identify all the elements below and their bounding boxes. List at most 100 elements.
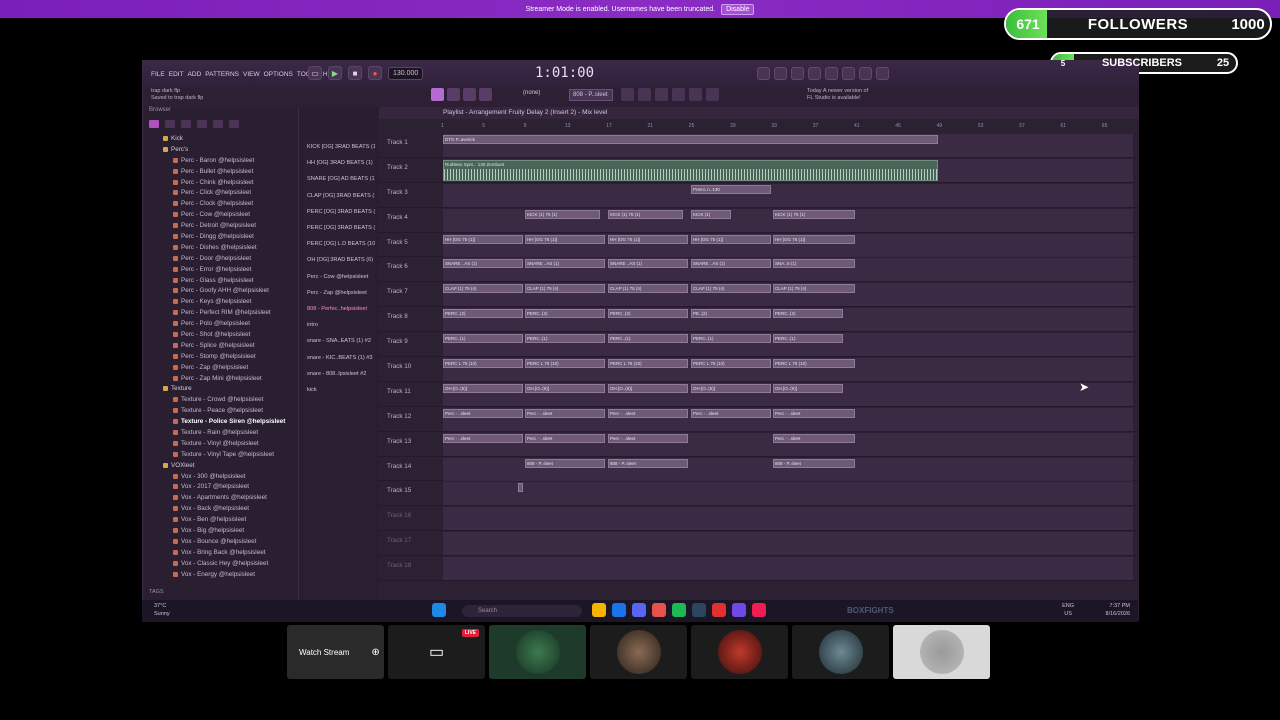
browser-file[interactable]: Perc - Detroit @helpsisleet bbox=[143, 220, 298, 231]
pattern-clip[interactable]: PERC L 75 (10) bbox=[608, 359, 688, 369]
pattern-clip[interactable]: PERC..(1) bbox=[608, 334, 688, 344]
pattern-clip[interactable]: HH [OG 75 (1)] bbox=[443, 234, 523, 244]
play-icon[interactable]: ▶ bbox=[328, 66, 342, 80]
pattern-clip[interactable]: Perc - ..sleet bbox=[525, 408, 605, 418]
pattern-clip[interactable]: Perc - ..sleet bbox=[691, 408, 771, 418]
browser-file[interactable]: Vox - Bounce @helpsisleet bbox=[143, 536, 298, 547]
slice-tool-icon[interactable] bbox=[672, 88, 685, 101]
playback-tool-icon[interactable] bbox=[706, 88, 719, 101]
browser-icon[interactable] bbox=[842, 67, 855, 80]
pattern-clip[interactable]: Premi..n..130 bbox=[691, 184, 771, 194]
pattern-clip[interactable]: Perc - ..sleet bbox=[773, 433, 855, 443]
pattern-item[interactable]: OH [OG] 3RAD BEATS (6) bbox=[303, 252, 375, 268]
track-label[interactable]: Track 10 bbox=[387, 363, 411, 370]
pattern-clip[interactable]: PERC L 75 (10) bbox=[691, 359, 771, 369]
track-label[interactable]: Track 17 bbox=[387, 537, 411, 544]
pattern-clip[interactable]: Perc - ..sleet bbox=[443, 433, 523, 443]
track-label[interactable]: Track 4 bbox=[387, 214, 408, 221]
stream-tile-user-1[interactable] bbox=[590, 625, 687, 679]
pattern-clip[interactable]: Perc - ..sleet bbox=[525, 433, 605, 443]
pattern-item[interactable]: PERC [OG] 3RAD BEATS (1) bbox=[303, 220, 375, 236]
mute-tool-icon[interactable] bbox=[638, 88, 651, 101]
track-lane[interactable]: Perc - ..sleet Perc - ..sleet Perc - ..sle… bbox=[443, 432, 1133, 456]
pattern-clip[interactable]: HH [OG 75 (1)] bbox=[525, 234, 605, 244]
browser-tab-plugins[interactable] bbox=[181, 120, 191, 128]
browser-file[interactable]: Perc - Bullet @helpsisleet bbox=[143, 166, 298, 177]
browser-file[interactable]: Perc - Baron @helpsisleet bbox=[143, 155, 298, 166]
track-label[interactable]: Track 2 bbox=[387, 164, 408, 171]
pattern-clip[interactable]: DTG P..averick bbox=[443, 135, 938, 144]
pattern-clip[interactable]: HH [OG 75 (1)] bbox=[691, 234, 771, 244]
pattern-clip[interactable]: PERC..(1) bbox=[443, 334, 523, 344]
browser-file[interactable]: Perc - Perfect RIM @helpsisleet bbox=[143, 307, 298, 318]
track-lane[interactable]: OH [O..(6)] OH [O..(6)] OH [O..(6)] OH [O..… bbox=[443, 382, 1133, 406]
browser-file[interactable]: Vox - Bring Back @helpsisleet bbox=[143, 547, 298, 558]
track-label[interactable]: Track 14 bbox=[387, 463, 411, 470]
pattern-clip[interactable]: OH [O..(6)] bbox=[443, 383, 523, 393]
browser-file[interactable]: Perc - Polo @helpsisleet bbox=[143, 318, 298, 329]
tempo-display[interactable]: 130.000 bbox=[388, 66, 424, 80]
stream-tile-user-4[interactable] bbox=[893, 625, 990, 679]
menu-file[interactable]: FILE bbox=[151, 71, 165, 78]
browser-file[interactable]: Texture - Vinyl @helpsisleet bbox=[143, 438, 298, 449]
browser-file[interactable]: Perc - Clock @helpsisleet bbox=[143, 198, 298, 209]
pattern-clip[interactable]: CLAP (1) 75 (4) bbox=[525, 284, 605, 294]
track-label[interactable]: Track 3 bbox=[387, 189, 408, 196]
track-label[interactable]: Track 8 bbox=[387, 313, 408, 320]
pattern-clip[interactable]: CLAP (1) 75 (4) bbox=[443, 284, 523, 294]
recorder-icon[interactable] bbox=[712, 603, 726, 617]
track-label[interactable]: Track 9 bbox=[387, 338, 408, 345]
track-lane[interactable]: Ruthless Synt... 130 Zembunt bbox=[443, 158, 1133, 182]
pattern-item[interactable]: snare - SNA..EATS (1) #2 bbox=[303, 333, 375, 349]
pattern-clip[interactable]: PERC..(1) bbox=[773, 334, 843, 344]
pattern-clip[interactable]: OH [O..(6)] bbox=[773, 383, 843, 393]
browser-folder[interactable]: Kick bbox=[143, 133, 298, 144]
piano-roll-icon[interactable] bbox=[808, 67, 821, 80]
pattern-clip[interactable]: KICK (1) bbox=[691, 209, 731, 219]
track-label[interactable]: Track 12 bbox=[387, 413, 411, 420]
pattern-clip[interactable]: KICK (1) 75 (1) bbox=[525, 209, 600, 219]
browser-tab-files[interactable] bbox=[165, 120, 175, 128]
pattern-clip[interactable]: OH [O..(6)] bbox=[608, 383, 688, 393]
pattern-clip[interactable]: OH [O..(6)] bbox=[691, 383, 771, 393]
arrow-tool-icon[interactable] bbox=[447, 88, 460, 101]
pattern-clip[interactable]: PERC..(2) bbox=[443, 309, 523, 319]
browser-file[interactable]: Vox - Big @helpsisleet bbox=[143, 525, 298, 536]
pattern-clip[interactable]: SNARE ..AS (1) bbox=[608, 259, 688, 269]
browser-file[interactable]: Perc - Click @helpsisleet bbox=[143, 187, 298, 198]
taskbar-clock[interactable]: 7:37 PM 8/16/2026 bbox=[1106, 602, 1130, 618]
track-label[interactable]: Track 16 bbox=[387, 512, 411, 519]
pattern-clip[interactable]: SNARE ..AS (1) bbox=[443, 259, 523, 269]
pattern-clip[interactable]: CLAP (1) 75 (4) bbox=[691, 284, 771, 294]
stream-tile-game[interactable] bbox=[489, 625, 586, 679]
track-lane[interactable]: SNARE ..AS (1) SNARE ..AS (1) SNARE ..AS (… bbox=[443, 258, 1133, 282]
browser-file[interactable]: Texture - Police Siren @helpsisleet bbox=[143, 416, 298, 427]
pattern-item[interactable]: snare - KIC..BEATS (1) #3 bbox=[303, 349, 375, 365]
pattern-clip[interactable]: HH [OG 75 (1)] bbox=[608, 234, 688, 244]
browser-file[interactable]: Perc - Dingg @helpsisleet bbox=[143, 231, 298, 242]
browser-file[interactable]: Texture - Peace @helpsisleet bbox=[143, 405, 298, 416]
watch-stream-button[interactable]: Watch Stream ⊕ bbox=[287, 625, 384, 679]
pattern-clip[interactable]: PERC L 75 (10) bbox=[773, 359, 855, 369]
pattern-item[interactable]: Perc - Cow @helpsisleet bbox=[303, 269, 375, 285]
track-label[interactable]: Track 1 bbox=[387, 139, 408, 146]
track-lane[interactable]: 808 - P..sleet 808 - P..sleet 808 - P..sle… bbox=[443, 457, 1133, 481]
pattern-item[interactable]: Perc - Zap @helpsisleet bbox=[303, 285, 375, 301]
pattern-clip[interactable]: Perc - ..sleet bbox=[443, 408, 523, 418]
paint-tool-icon[interactable] bbox=[463, 88, 476, 101]
browser-file[interactable]: Perc - Shot @helpsisleet bbox=[143, 329, 298, 340]
browser-file[interactable]: Perc - Keys @helpsisleet bbox=[143, 296, 298, 307]
pattern-item[interactable]: PERC [OG] L.D BEATS (10) bbox=[303, 236, 375, 252]
browser-file[interactable]: Perc - Door @helpsisleet bbox=[143, 253, 298, 264]
pattern-clip[interactable]: PERC L 75 (10) bbox=[525, 359, 605, 369]
pattern-clip[interactable]: 808 - P..sleet bbox=[525, 458, 605, 468]
plugin-picker-icon[interactable] bbox=[859, 67, 872, 80]
browser-file[interactable]: Perc - Stomp @helpsisleet bbox=[143, 351, 298, 362]
browser-folder[interactable]: Perc's bbox=[143, 144, 298, 155]
pattern-clip[interactable]: PERC..(2) bbox=[773, 309, 843, 319]
language-indicator[interactable]: ENG US bbox=[1062, 602, 1074, 618]
pattern-item[interactable]: PERC [OG] 3RAD BEATS (2) bbox=[303, 204, 375, 220]
chrome-icon[interactable] bbox=[652, 603, 666, 617]
track-lane[interactable] bbox=[443, 532, 1133, 556]
stream-tile-user-2[interactable] bbox=[691, 625, 788, 679]
